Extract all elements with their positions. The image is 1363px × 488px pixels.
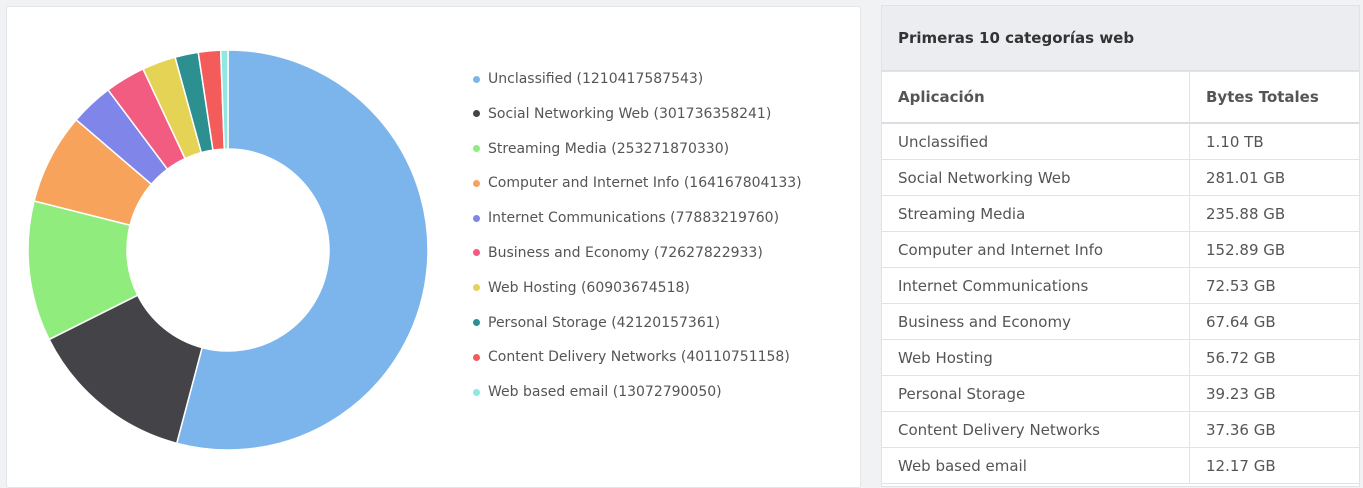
legend-label: Content Delivery Networks (40110751158) xyxy=(488,349,790,366)
bytes-cell: 12.17 GB xyxy=(1189,447,1359,484)
legend-marker xyxy=(473,214,480,222)
legend-label: Internet Communications (77883219760) xyxy=(488,210,780,227)
column-header-application[interactable]: Aplicación xyxy=(882,71,1190,124)
legend-marker xyxy=(473,110,480,118)
category-cell: Computer and Internet Info xyxy=(882,231,1190,268)
top-categories-panel: Primeras 10 categorías web Aplicación By… xyxy=(881,5,1360,487)
table-row: Content Delivery Networks 37.36 GB xyxy=(882,411,1359,448)
panel-title: Primeras 10 categorías web xyxy=(882,6,1359,71)
legend-item[interactable]: Social Networking Web (301736358241) xyxy=(469,97,802,132)
category-cell: Content Delivery Networks xyxy=(882,411,1190,448)
legend-item[interactable]: Content Delivery Networks (40110751158) xyxy=(469,340,802,375)
table-row: Web Hosting 56.72 GB xyxy=(882,339,1359,376)
legend-marker xyxy=(473,284,480,292)
legend-marker xyxy=(473,179,480,187)
bytes-cell: 72.53 GB xyxy=(1189,267,1359,304)
categories-table: Aplicación Bytes Totales Unclassified 1.1… xyxy=(882,71,1359,484)
legend-item[interactable]: Web Hosting (60903674518) xyxy=(469,271,802,306)
legend-marker xyxy=(473,75,480,83)
legend-label: Streaming Media (253271870330) xyxy=(488,140,730,157)
table-row: Social Networking Web 281.01 GB xyxy=(882,159,1359,196)
bytes-cell: 56.72 GB xyxy=(1189,339,1359,376)
bytes-cell: 39.23 GB xyxy=(1189,375,1359,412)
table-row: Internet Communications 72.53 GB xyxy=(882,267,1359,304)
table-row: Streaming Media 235.88 GB xyxy=(882,195,1359,232)
category-cell: Web based email xyxy=(882,447,1190,484)
legend-item[interactable]: Streaming Media (253271870330) xyxy=(469,132,802,167)
legend-label: Social Networking Web (301736358241) xyxy=(488,105,772,122)
legend-item[interactable]: Personal Storage (42120157361) xyxy=(469,306,802,341)
legend-marker xyxy=(473,249,480,257)
table-row: Web based email 12.17 GB xyxy=(882,447,1359,484)
legend-item[interactable]: Unclassified (1210417587543) xyxy=(469,62,802,97)
bytes-cell: 235.88 GB xyxy=(1189,195,1359,232)
legend-label: Web based email (13072790050) xyxy=(488,384,722,401)
table-row: Unclassified 1.10 TB xyxy=(882,122,1359,160)
legend-item[interactable]: Internet Communications (77883219760) xyxy=(469,201,802,236)
legend-item[interactable]: Business and Economy (72627822933) xyxy=(469,236,802,271)
legend-label: Web Hosting (60903674518) xyxy=(488,279,690,296)
category-cell: Unclassified xyxy=(882,122,1190,160)
legend-marker xyxy=(473,388,480,396)
bytes-cell: 152.89 GB xyxy=(1189,231,1359,268)
chart-panel: Unclassified (1210417587543) Social Netwo… xyxy=(6,6,861,488)
category-cell: Personal Storage xyxy=(882,375,1190,412)
bytes-cell: 281.01 GB xyxy=(1189,159,1359,196)
bytes-cell: 1.10 TB xyxy=(1189,122,1359,160)
legend-item[interactable]: Computer and Internet Info (164167804133… xyxy=(469,166,802,201)
category-cell: Web Hosting xyxy=(882,339,1190,376)
legend-label: Business and Economy (72627822933) xyxy=(488,244,763,261)
table-row: Business and Economy 67.64 GB xyxy=(882,303,1359,340)
table-row: Computer and Internet Info 152.89 GB xyxy=(882,231,1359,268)
category-cell: Streaming Media xyxy=(882,195,1190,232)
legend-marker xyxy=(473,319,480,327)
chart-legend: Unclassified (1210417587543) Social Netwo… xyxy=(469,62,802,410)
bytes-cell: 37.36 GB xyxy=(1189,411,1359,448)
table-row: Personal Storage 39.23 GB xyxy=(882,375,1359,412)
category-cell: Business and Economy xyxy=(882,303,1190,340)
legend-label: Personal Storage (42120157361) xyxy=(488,314,721,331)
legend-label: Unclassified (1210417587543) xyxy=(488,71,704,87)
table-header-row: Aplicación Bytes Totales xyxy=(882,71,1359,124)
legend-marker xyxy=(473,353,480,361)
category-cell: Internet Communications xyxy=(882,267,1190,304)
legend-item[interactable]: Web based email (13072790050) xyxy=(469,375,802,410)
donut-chart xyxy=(27,49,429,451)
legend-label: Computer and Internet Info (164167804133… xyxy=(488,175,802,192)
column-header-total-bytes[interactable]: Bytes Totales xyxy=(1189,71,1359,124)
bytes-cell: 67.64 GB xyxy=(1189,303,1359,340)
category-cell: Social Networking Web xyxy=(882,159,1190,196)
legend-marker xyxy=(473,145,480,153)
